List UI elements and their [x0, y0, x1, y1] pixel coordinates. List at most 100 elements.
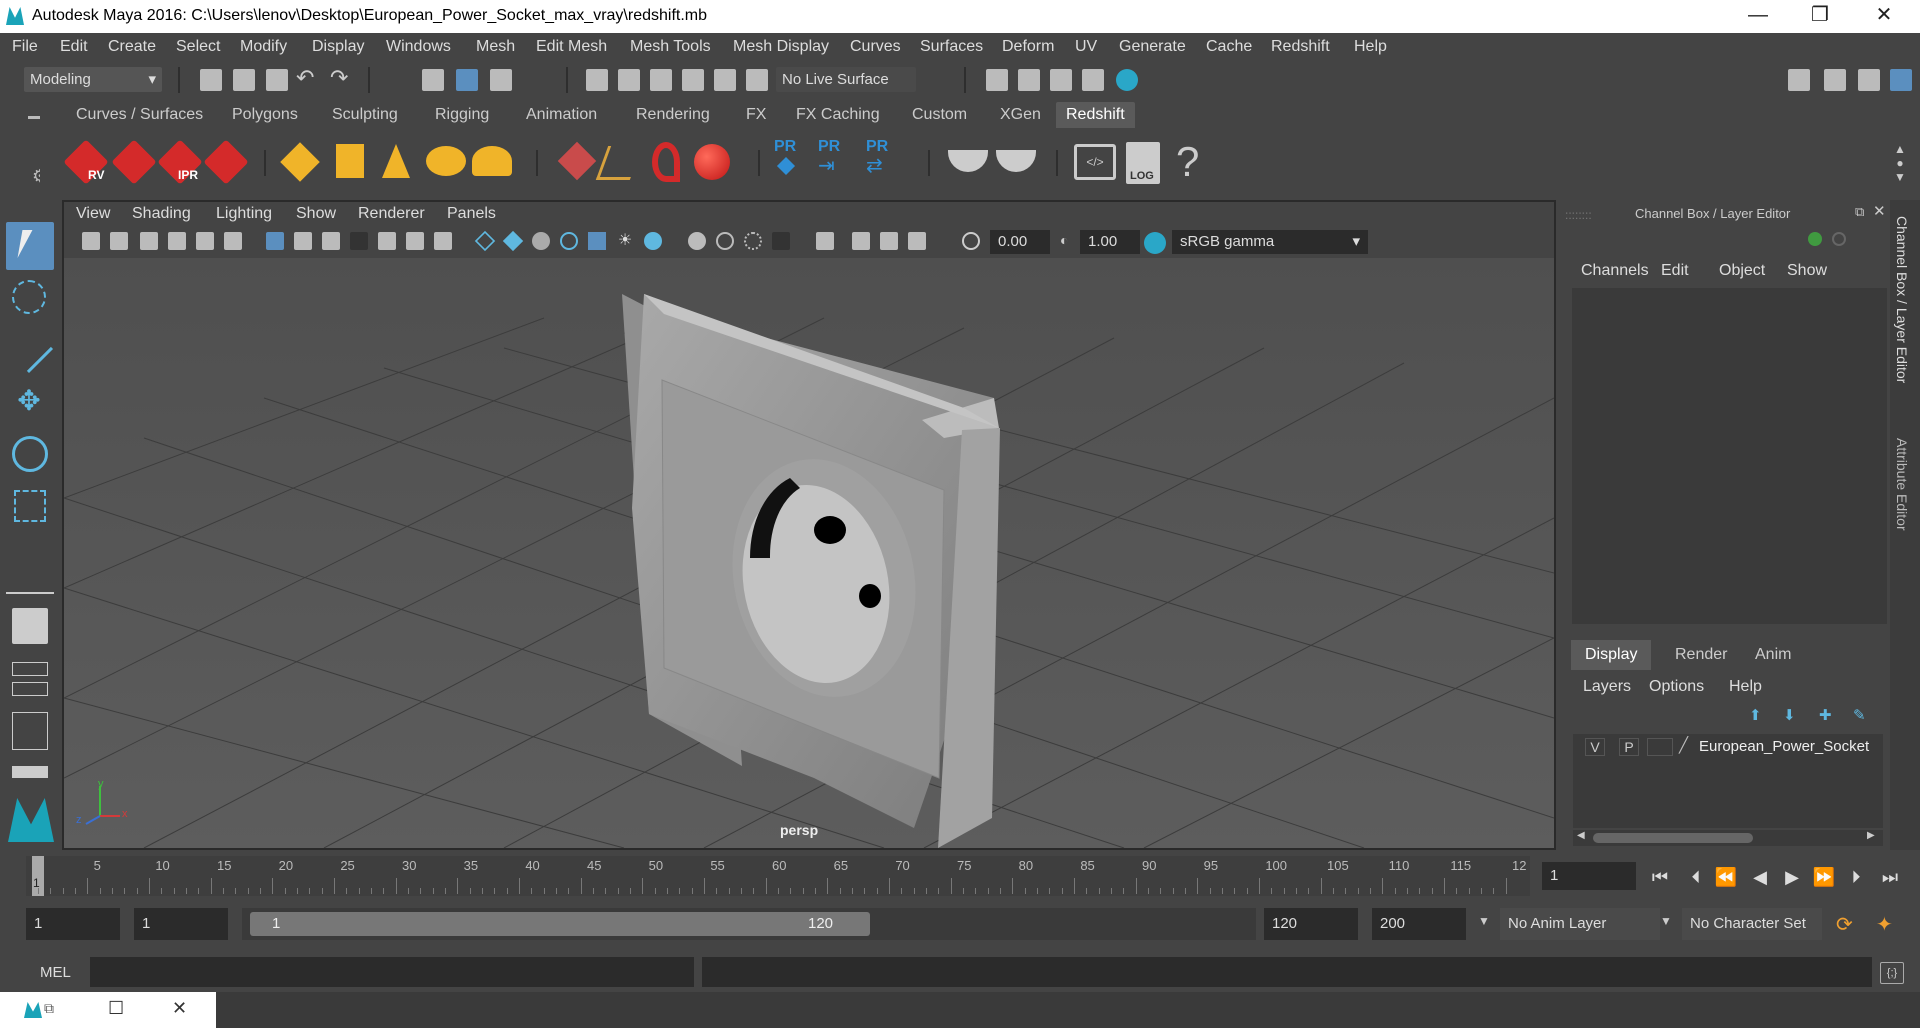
xray-icon[interactable] — [852, 232, 870, 250]
close-button[interactable]: ✕ — [1856, 0, 1912, 33]
scale-tool-icon[interactable] — [14, 490, 46, 522]
script-editor-icon[interactable]: </> — [1074, 144, 1116, 180]
ipr-render-icon[interactable] — [1050, 69, 1072, 91]
render-view-icon[interactable] — [986, 69, 1008, 91]
modeling-toolkit-icon[interactable] — [1788, 69, 1810, 91]
viewport-menu-lighting[interactable]: Lighting — [216, 205, 272, 223]
menu-edit-mesh[interactable]: Edit Mesh — [536, 38, 607, 56]
help-icon[interactable]: ? — [1176, 138, 1199, 186]
scroll-left-icon[interactable]: ◀ — [1577, 830, 1585, 841]
textured-icon[interactable] — [560, 232, 578, 250]
current-frame-field[interactable]: 1 — [1542, 862, 1636, 890]
bake-set-icon[interactable] — [996, 150, 1036, 172]
wireframe-on-shaded-icon[interactable] — [588, 232, 606, 250]
channels-menu-edit[interactable]: Edit — [1661, 262, 1689, 280]
menu-uv[interactable]: UV — [1075, 38, 1097, 56]
camera-select-icon[interactable] — [82, 232, 100, 250]
sun-sky-icon[interactable] — [472, 146, 512, 176]
portal-light-icon[interactable] — [336, 144, 364, 178]
open-scene-icon[interactable] — [233, 69, 255, 91]
layer-visibility-toggle[interactable]: V — [1585, 738, 1605, 756]
menu-redshift[interactable]: Redshift — [1271, 38, 1330, 56]
drag-handle-icon[interactable]: :::::::: — [1565, 208, 1592, 222]
isolate-select-icon[interactable] — [816, 232, 834, 250]
redshift-batch-render-icon[interactable] — [111, 139, 157, 185]
hypershade-icon[interactable] — [1116, 69, 1138, 91]
range-slider[interactable]: 1 120 — [242, 908, 1256, 940]
menu-mesh[interactable]: Mesh — [476, 38, 515, 56]
maximize-button[interactable]: ❐ — [1792, 0, 1848, 33]
menu-mesh-display[interactable]: Mesh Display — [733, 38, 829, 56]
select-object-icon[interactable] — [456, 69, 478, 91]
menu-edit[interactable]: Edit — [60, 38, 88, 56]
go-to-end-icon[interactable]: ⏭ — [1876, 864, 1904, 890]
exposure-field[interactable]: 0.00 — [990, 230, 1050, 254]
default-material-icon[interactable] — [532, 232, 550, 250]
step-forward-key-icon[interactable]: ⏩ — [1810, 864, 1838, 890]
playback-start-field[interactable]: 1 — [134, 908, 228, 940]
scroll-thumb[interactable] — [1593, 833, 1753, 843]
mode-select[interactable]: Modeling ▾ — [24, 67, 162, 92]
restore-icon[interactable]: ⧉ — [44, 1000, 54, 1017]
grease-pencil-icon[interactable] — [224, 232, 242, 250]
rotate-tool-icon[interactable] — [12, 436, 48, 472]
move-tool-icon[interactable]: ✥ — [14, 386, 44, 416]
animation-start-field[interactable]: 1 — [26, 908, 120, 940]
new-layer-icon[interactable]: ✚ — [1819, 706, 1832, 724]
play-backwards-icon[interactable]: ◀ — [1746, 864, 1774, 890]
single-perspective-layout-icon[interactable] — [12, 608, 48, 644]
persp-graph-layout-icon[interactable] — [12, 712, 48, 750]
select-component-icon[interactable] — [490, 69, 512, 91]
wireframe-icon[interactable] — [474, 230, 496, 252]
scroll-right-icon[interactable]: ▶ — [1867, 830, 1875, 841]
tool-settings-icon[interactable] — [1858, 69, 1880, 91]
make-live-icon[interactable] — [746, 69, 768, 91]
animation-end-field[interactable]: 200 — [1372, 908, 1466, 940]
exposure-icon[interactable] — [962, 232, 980, 250]
grid-icon[interactable] — [266, 232, 284, 250]
snap-point-icon[interactable] — [650, 69, 672, 91]
layer-row[interactable]: V P ╱ European_Power_Socket — [1573, 734, 1883, 760]
viewport-menu-show[interactable]: Show — [296, 205, 336, 223]
render-frame-icon[interactable] — [1018, 69, 1040, 91]
chevron-down-icon[interactable]: ▼ — [1478, 914, 1490, 928]
tab-fx[interactable]: FX — [746, 106, 766, 124]
close-panel-icon[interactable]: ✕ — [1873, 202, 1886, 220]
layer-playback-toggle[interactable]: P — [1619, 738, 1639, 756]
log-icon[interactable]: LOG — [1126, 142, 1160, 184]
tab-sculpting[interactable]: Sculpting — [332, 106, 398, 124]
new-scene-icon[interactable] — [200, 69, 222, 91]
layer-tab-render[interactable]: Render — [1661, 640, 1741, 670]
channels-menu-object[interactable]: Object — [1719, 262, 1765, 280]
step-back-frame-icon[interactable]: ⏴ — [1682, 864, 1710, 890]
pr-object-icon[interactable]: PR — [774, 138, 808, 188]
side-tab-attribute-editor[interactable]: Attribute Editor — [1894, 438, 1910, 531]
undo-icon[interactable]: ↶ — [296, 65, 314, 91]
tab-xgen[interactable]: XGen — [1000, 106, 1041, 124]
select-tool-icon[interactable] — [6, 222, 54, 270]
field-chart-icon[interactable] — [378, 232, 396, 250]
viewport-menu-view[interactable]: View — [76, 205, 110, 223]
menu-select[interactable]: Select — [176, 38, 220, 56]
play-forwards-icon[interactable]: ▶ — [1778, 864, 1806, 890]
lasso-tool-icon[interactable] — [12, 280, 46, 314]
range-slider-fill[interactable] — [250, 912, 870, 936]
preferences-icon[interactable]: ✦ — [1876, 912, 1893, 937]
menu-deform[interactable]: Deform — [1002, 38, 1054, 56]
go-to-start-icon[interactable]: ⏮ — [1646, 864, 1674, 890]
lights-icon[interactable]: ☀ — [616, 232, 634, 250]
menu-file[interactable]: File — [12, 38, 38, 56]
outliner-layout-icon[interactable] — [12, 682, 48, 696]
layer-menu-layers[interactable]: Layers — [1583, 678, 1631, 696]
menu-display[interactable]: Display — [312, 38, 364, 56]
minimized-window[interactable]: ⧉ ☐ ✕ — [0, 992, 216, 1028]
viewport-menu-renderer[interactable]: Renderer — [358, 205, 425, 223]
render-settings-icon[interactable] — [1082, 69, 1104, 91]
snap-curve-icon[interactable] — [618, 69, 640, 91]
safe-title-icon[interactable] — [434, 232, 452, 250]
two-d-pan-icon[interactable] — [196, 232, 214, 250]
snap-view-icon[interactable] — [682, 69, 704, 91]
character-set-select[interactable]: No Character Set — [1682, 908, 1822, 940]
pr-swap-icon[interactable]: PR ⇄ — [866, 138, 902, 188]
menu-generate[interactable]: Generate — [1119, 38, 1186, 56]
